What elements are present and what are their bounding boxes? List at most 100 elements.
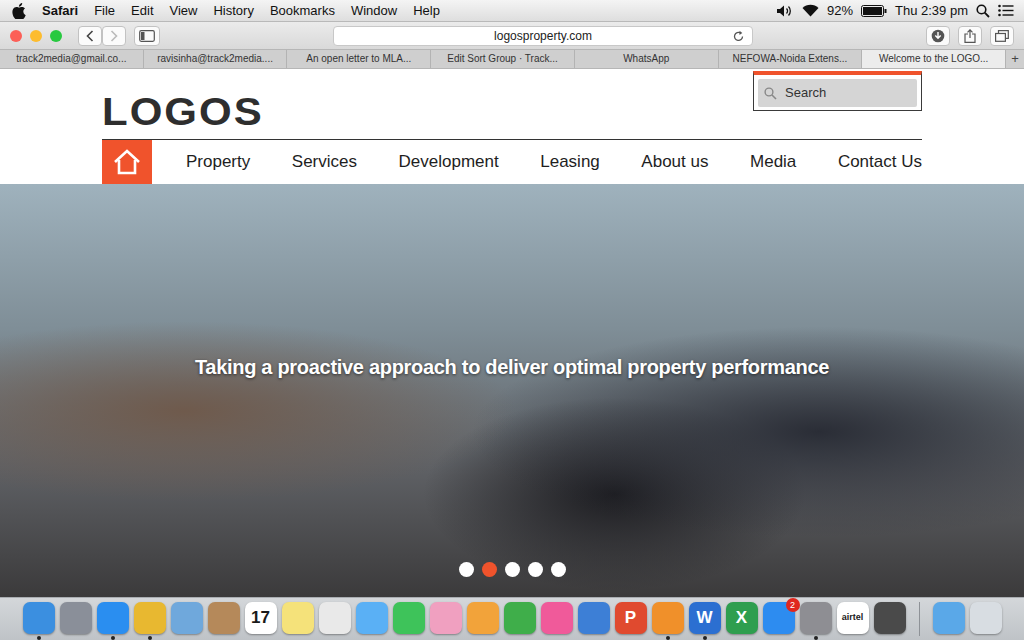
- battery-icon[interactable]: [861, 5, 887, 17]
- zoom-button[interactable]: [50, 30, 62, 42]
- dock-slot: [60, 602, 92, 640]
- tab-label: track2media@gmail.co...: [16, 53, 126, 64]
- browser-tab[interactable]: NEFOWA-Noida Extens...: [719, 50, 863, 68]
- dock-app-icon[interactable]: [319, 602, 351, 634]
- dock-app-icon[interactable]: [970, 602, 1002, 634]
- browser-tab[interactable]: WhatsApp: [575, 50, 719, 68]
- dock-icon-label: W: [696, 605, 712, 631]
- dock-slot: [430, 602, 462, 640]
- menu-item[interactable]: File: [86, 1, 123, 21]
- search-icon[interactable]: [976, 4, 990, 18]
- carousel-dot[interactable]: [551, 562, 566, 577]
- nav-link[interactable]: Development: [399, 149, 499, 175]
- app-menu[interactable]: Safari: [34, 1, 86, 21]
- dock-app-icon[interactable]: [467, 602, 499, 634]
- running-indicator: [370, 636, 374, 640]
- history-buttons: [78, 26, 126, 46]
- clock[interactable]: Thu 2:39 pm: [895, 1, 968, 21]
- dock-app-icon[interactable]: [652, 602, 684, 634]
- dock-app-icon[interactable]: W: [689, 602, 721, 634]
- tab-label: ravisinha@track2media....: [157, 53, 273, 64]
- share-button[interactable]: [958, 26, 982, 46]
- browser-tab[interactable]: An open letter to MLA...: [287, 50, 431, 68]
- carousel-indicators: [459, 562, 566, 577]
- dock-app-icon[interactable]: [171, 602, 203, 634]
- dock-app-icon[interactable]: [134, 602, 166, 634]
- nav-link[interactable]: Leasing: [540, 149, 600, 175]
- dock-app-icon[interactable]: P: [615, 602, 647, 634]
- nav-link[interactable]: Services: [292, 149, 357, 175]
- menu-item[interactable]: History: [205, 1, 261, 21]
- dock-app-icon[interactable]: [97, 602, 129, 634]
- running-indicator: [592, 636, 596, 640]
- reload-icon[interactable]: [733, 30, 744, 42]
- dock-app-icon[interactable]: [874, 602, 906, 634]
- nav-link[interactable]: Property: [186, 149, 250, 175]
- dock-app-icon[interactable]: [60, 602, 92, 634]
- dock-slot: [874, 602, 906, 640]
- dock-slot: [933, 602, 965, 640]
- dock-app-icon[interactable]: [23, 602, 55, 634]
- dock-app-icon[interactable]: [504, 602, 536, 634]
- carousel-dot[interactable]: [505, 562, 520, 577]
- dock: 17PWX2airtel: [0, 597, 1024, 640]
- browser-tab[interactable]: Welcome to the LOGO...: [862, 50, 1006, 68]
- browser-tab[interactable]: track2media@gmail.co...: [0, 50, 144, 68]
- nav-link[interactable]: Media: [750, 149, 796, 175]
- downloads-button[interactable]: [926, 26, 950, 46]
- carousel-dot[interactable]: [459, 562, 474, 577]
- list-icon[interactable]: [998, 4, 1014, 17]
- running-indicator: [518, 636, 522, 640]
- dock-slot: [578, 602, 610, 640]
- search-input[interactable]: [785, 83, 911, 103]
- dock-app-icon[interactable]: [800, 602, 832, 634]
- close-button[interactable]: [10, 30, 22, 42]
- carousel-dot[interactable]: [528, 562, 543, 577]
- minimize-button[interactable]: [30, 30, 42, 42]
- battery-percent: 92%: [827, 1, 853, 21]
- menu-item[interactable]: Edit: [123, 1, 161, 21]
- dock-app-icon[interactable]: [430, 602, 462, 634]
- new-tab-button[interactable]: +: [1006, 50, 1024, 68]
- browser-tab[interactable]: ravisinha@track2media....: [144, 50, 288, 68]
- dock-app-icon[interactable]: [933, 602, 965, 634]
- back-icon: [86, 30, 94, 42]
- dock-app-icon[interactable]: [578, 602, 610, 634]
- running-indicator: [984, 636, 988, 640]
- home-button[interactable]: [102, 140, 152, 184]
- dock-slot: [134, 602, 166, 640]
- volume-icon[interactable]: [776, 4, 794, 18]
- dock-slot: [208, 602, 240, 640]
- menu-item[interactable]: Window: [343, 1, 405, 21]
- back-button[interactable]: [78, 26, 102, 46]
- site-header: LOGOS Property Services Development Leasing A…: [0, 69, 1024, 184]
- carousel-dot[interactable]: [482, 562, 497, 577]
- dock-icon-label: X: [736, 605, 747, 631]
- dock-slot: [504, 602, 536, 640]
- running-indicator: [185, 636, 189, 640]
- dock-app-icon[interactable]: 17: [245, 602, 277, 634]
- dock-app-icon[interactable]: X: [726, 602, 758, 634]
- menu-item[interactable]: Help: [405, 1, 448, 21]
- dock-app-icon[interactable]: [356, 602, 388, 634]
- menu-item[interactable]: View: [162, 1, 206, 21]
- sidebar-button[interactable]: [134, 26, 160, 46]
- nav-link[interactable]: Contact Us: [838, 149, 922, 175]
- wifi-icon[interactable]: [802, 4, 819, 17]
- dock-app-icon[interactable]: [393, 602, 425, 634]
- menu-bar-right: 92% Thu 2:39 pm: [776, 1, 1014, 21]
- address-bar[interactable]: logosproperty.com: [333, 26, 753, 46]
- tab-overview-button[interactable]: [990, 26, 1014, 46]
- browser-tab[interactable]: Edit Sort Group · Track...: [431, 50, 575, 68]
- nav-link[interactable]: About us: [641, 149, 708, 175]
- dock-app-icon[interactable]: [541, 602, 573, 634]
- site-logo[interactable]: LOGOS: [102, 93, 264, 132]
- apple-icon[interactable]: [12, 3, 26, 19]
- dock-app-icon[interactable]: airtel: [837, 602, 869, 634]
- dock-app-icon[interactable]: [282, 602, 314, 634]
- hero-carousel: Taking a proactive approach to deliver o…: [0, 184, 1024, 597]
- dock-app-icon[interactable]: [208, 602, 240, 634]
- forward-button[interactable]: [102, 26, 126, 46]
- menu-item[interactable]: Bookmarks: [262, 1, 343, 21]
- running-indicator: [703, 636, 707, 640]
